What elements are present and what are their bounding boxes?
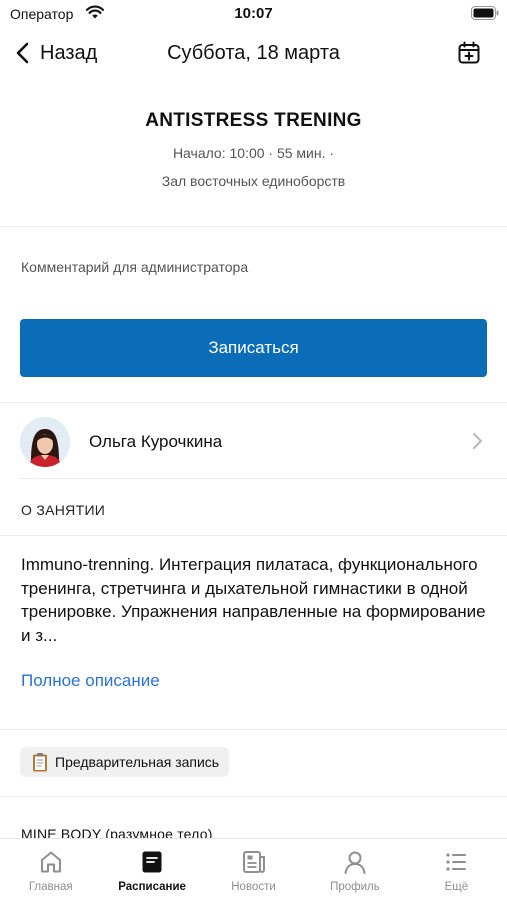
more-list-icon <box>446 853 467 871</box>
tab-label: Профиль <box>330 881 380 893</box>
tab-news[interactable]: Новости <box>203 839 304 900</box>
divider <box>20 478 507 479</box>
divider <box>0 402 507 403</box>
about-section-heading: О ЗАНЯТИИ <box>21 502 106 518</box>
schedule-icon <box>142 851 162 873</box>
clipboard-icon <box>33 753 47 772</box>
tab-more[interactable]: Ещё <box>406 839 507 900</box>
tab-label: Главная <box>28 881 73 893</box>
status-time: 10:07 <box>234 5 273 22</box>
news-icon <box>242 851 265 873</box>
event-title: ANTISTRESS TRENING <box>145 110 362 131</box>
event-room: Зал восточных единоборств <box>161 173 346 189</box>
badge-label: Предварительная запись <box>55 754 220 770</box>
tab-label: Расписание <box>118 881 186 893</box>
pre-registration-badge: Предварительная запись <box>20 747 230 777</box>
navigation-bar: Назад Суббота, 18 марта <box>0 30 507 74</box>
back-button[interactable]: Назад <box>14 38 97 68</box>
full-description-link[interactable]: Полное описание <box>21 671 160 691</box>
tab-label: Ещё <box>444 881 469 893</box>
class-description: Immuno-trenning. Интеграция пилатаса, фу… <box>21 555 486 645</box>
trainer-avatar <box>20 417 70 467</box>
back-button-label: Назад <box>40 41 98 64</box>
trainer-name: Ольга Курочкина <box>89 432 223 451</box>
chevron-left-icon <box>16 42 29 64</box>
chevron-right-icon <box>473 433 482 449</box>
admin-comment-field[interactable]: Комментарий для администратора <box>21 259 248 275</box>
tab-home[interactable]: Главная <box>0 839 101 900</box>
divider <box>0 535 507 536</box>
divider <box>0 796 507 797</box>
event-time-duration: Начало: 10:00 · 55 мин. · <box>172 145 335 161</box>
tab-schedule[interactable]: Расписание <box>101 839 202 900</box>
add-to-calendar-icon[interactable] <box>457 41 481 65</box>
profile-icon <box>344 851 366 874</box>
divider <box>0 226 507 227</box>
tab-label: Новости <box>231 881 276 893</box>
trainer-row[interactable]: Ольга Курочкина <box>0 415 507 471</box>
tab-bar: Главная Расписание Новости Профиль Ещё <box>0 838 507 900</box>
signup-button[interactable]: Записаться <box>20 319 487 377</box>
status-bar: Оператор 10:07 <box>0 0 507 28</box>
home-icon <box>40 851 61 873</box>
battery-icon <box>471 6 499 20</box>
divider <box>0 729 507 730</box>
tab-profile[interactable]: Профиль <box>304 839 405 900</box>
